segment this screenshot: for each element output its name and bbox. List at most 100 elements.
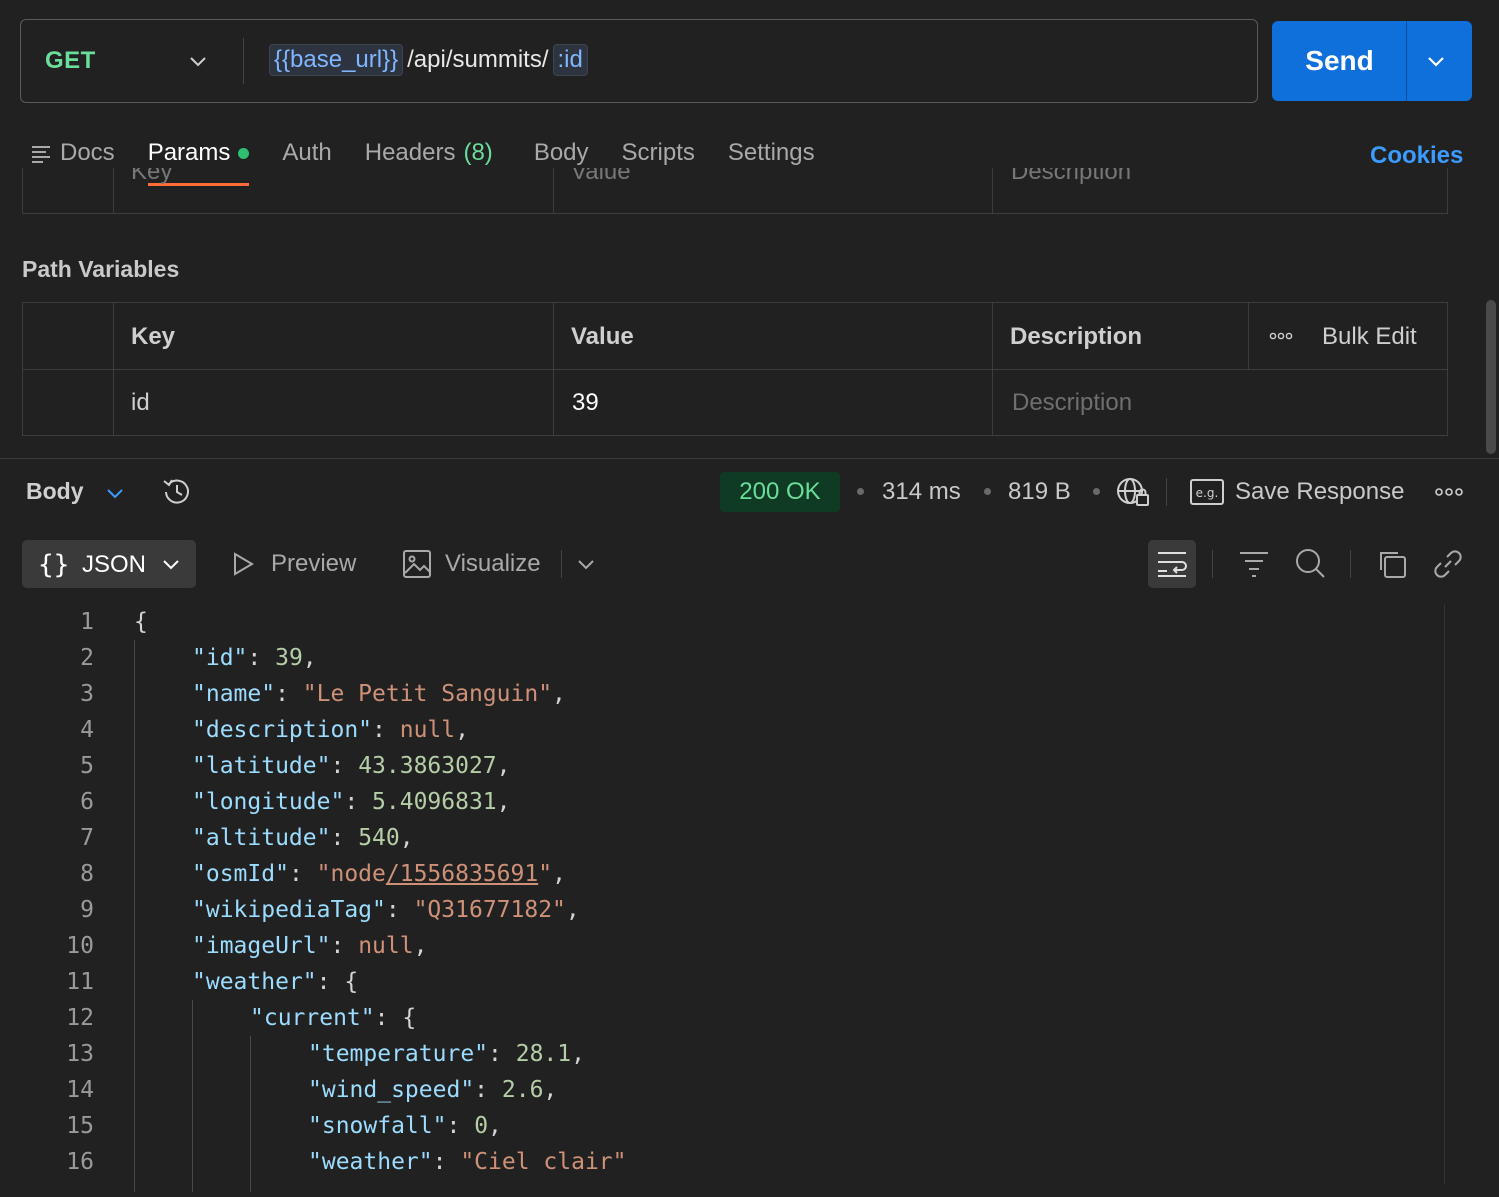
json-key: "temperature" [308,1041,489,1067]
image-icon[interactable] [402,549,432,579]
chevron-down-icon[interactable] [1425,50,1447,72]
query-value-header: Value [571,168,631,185]
headers-count: (8) [463,139,493,166]
chevron-down-icon[interactable] [575,553,597,575]
preview-tab[interactable]: Preview [271,550,356,578]
indent-guide [192,1000,193,1192]
url-input[interactable]: {{base_url}} /api/summits/ :id [269,44,588,76]
json-value: 5.4096831 [372,789,497,815]
json-value: 2.6 [501,1077,544,1103]
indent-guide [134,640,135,1192]
json-value: " [538,861,553,887]
separator-dot [984,488,991,495]
send-button[interactable]: Send [1272,21,1472,101]
wrap-lines-button[interactable] [1148,540,1196,588]
json-key: "imageUrl" [192,933,331,959]
send-divider [1406,21,1407,101]
indent-guide [250,1036,251,1192]
bulk-edit-button[interactable]: Bulk Edit [1322,323,1417,351]
path-variables-title: Path Variables [22,256,180,282]
url-separator [243,38,244,84]
json-key: "weather" [192,969,317,995]
line-number: 16 [66,1149,94,1175]
path-variables-table: Key Value Description Bulk Edit id 39 De… [22,302,1448,436]
json-value: null [358,933,414,959]
json-key: "current" [250,1005,375,1031]
json-value: 0 [474,1113,489,1139]
cookies-link[interactable]: Cookies [1370,142,1463,170]
query-description-header: Description [1011,168,1132,185]
line-number: 6 [80,789,94,815]
query-key-header: Key [131,168,173,185]
json-key: "name" [192,681,276,707]
json-key: "longitude" [192,789,345,815]
link-icon[interactable] [1432,548,1464,580]
tab-headers-label: Headers [364,139,456,166]
json-key: "wikipediaTag" [192,897,386,923]
response-size[interactable]: 819 B [1008,478,1071,506]
json-key: "weather" [308,1149,433,1175]
json-brace: { [134,609,148,635]
url-variable[interactable]: {{base_url}} [269,44,404,76]
status-badge[interactable]: 200 OK [720,472,840,512]
json-value-link[interactable]: /1556835691 [386,861,538,887]
example-icon[interactable]: e.g. [1190,478,1224,506]
format-select[interactable]: {} JSON [22,540,196,588]
save-response-button[interactable]: Save Response [1235,478,1404,506]
line-number: 8 [80,861,94,887]
wrap-icon [1158,552,1187,577]
json-key: "snowfall" [308,1113,447,1139]
description-header: Description [1010,323,1143,350]
chevron-down-icon[interactable] [104,482,126,504]
search-icon[interactable] [1293,546,1327,580]
line-number: 10 [66,933,94,959]
response-body-label[interactable]: Body [26,478,84,505]
params-active-dot [238,148,250,159]
row-divider [23,369,1447,370]
json-icon: {} [38,550,70,580]
method-select[interactable]: GET [45,47,96,75]
column-divider [113,303,114,435]
separator-dot [1093,488,1100,495]
url-path: /api/summits/ [407,46,549,73]
json-value: 28.1 [515,1041,572,1067]
url-bar: GET {{base_url}} /api/summits/ :id [20,19,1258,103]
column-divider [113,168,114,213]
more-icon[interactable] [1269,331,1293,341]
line-number: 3 [80,681,94,707]
path-var-key[interactable]: id [131,389,150,417]
json-value: "Le Petit Sanguin" [302,681,553,707]
svg-text:e.g.: e.g. [1196,486,1219,500]
line-number: 2 [80,645,94,671]
chevron-down-icon [163,560,179,570]
history-icon[interactable] [160,475,194,509]
toolbar-separator [561,550,562,578]
line-number: 1 [80,609,94,635]
path-var-description[interactable]: Description [1012,389,1132,417]
visualize-tab[interactable]: Visualize [445,550,541,578]
column-divider [553,168,554,213]
more-icon[interactable] [1434,487,1464,497]
url-path-param[interactable]: :id [552,44,588,76]
json-key: "latitude" [192,753,331,779]
play-icon[interactable] [230,551,256,577]
json-key: "altitude" [192,825,331,851]
filter-icon[interactable] [1238,549,1270,579]
line-number: 7 [80,825,94,851]
path-var-value[interactable]: 39 [572,389,599,417]
chevron-down-icon[interactable] [187,50,209,72]
line-number: 11 [66,969,94,995]
json-value: "node [316,861,386,887]
json-value: 43.3863027 [358,753,497,779]
panel-divider[interactable] [0,458,1499,459]
json-key: "wind_speed" [308,1077,475,1103]
tab-params-label: Params [147,139,231,166]
docs-icon [32,146,50,163]
code-scroll-track[interactable] [1444,604,1445,1184]
send-label: Send [1305,45,1374,76]
scrollbar-thumb[interactable] [1486,300,1496,454]
copy-icon[interactable] [1376,548,1408,580]
json-value: "Ciel clair" [460,1149,627,1175]
response-time[interactable]: 314 ms [882,478,961,506]
globe-lock-icon[interactable] [1115,476,1151,508]
